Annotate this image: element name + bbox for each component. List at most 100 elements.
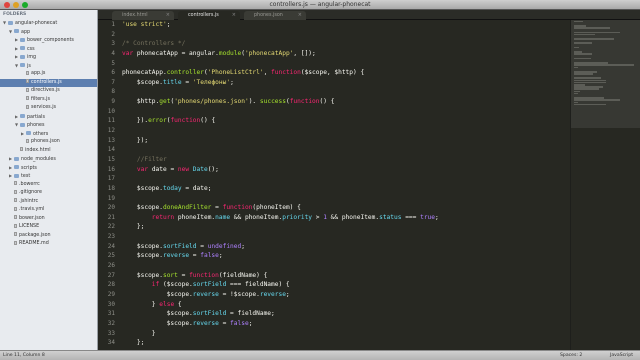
line-number: 16 [107, 165, 115, 173]
line-number: 2 [111, 30, 115, 38]
sidebar-file[interactable]: phones.json [0, 138, 97, 147]
sidebar-file[interactable]: services.js [0, 104, 97, 113]
folder-icon [20, 37, 25, 42]
code-token: (fieldName) { [218, 271, 268, 279]
sidebar-item-label: test [21, 174, 31, 179]
code-line[interactable]: if ($scope.sortField === fieldName) { [118, 280, 570, 290]
sidebar-folder[interactable]: ▼ phones [0, 121, 97, 130]
sidebar-file[interactable]: .jshintrc [0, 198, 97, 207]
line-number: 29 [107, 290, 115, 298]
minimap[interactable] [570, 20, 640, 350]
code-line[interactable]: /* Controllers */ [118, 39, 570, 49]
code-token: sortField [192, 310, 227, 318]
code-token: phonecatApp = angular. [136, 49, 219, 57]
code-line[interactable]: $scope.sortField = fieldName; [118, 309, 570, 319]
code-line[interactable] [118, 174, 570, 184]
sidebar-folder[interactable]: ▶ partials [0, 113, 97, 122]
code-token: function [170, 117, 201, 125]
indentation-setting[interactable]: Spaces: 2 [560, 351, 582, 360]
code-line[interactable]: $scope.reverse = false; [118, 251, 570, 261]
code-line[interactable]: return phoneItem.name && phoneItem.prior… [118, 213, 570, 223]
code-token: sort [162, 271, 178, 279]
code-line[interactable] [118, 126, 570, 136]
folder-icon [20, 122, 25, 127]
code-line[interactable]: } [118, 329, 570, 339]
line-number-gutter: 1 2 3 4 5 6 7 8 9 10 11 12 13 14 15 16 17 18 19 20 21 22 23 24 2… [98, 20, 118, 350]
code-token: false [230, 319, 249, 327]
code-line[interactable]: $http.get('phones/phones.json'). success… [118, 97, 570, 107]
code-token: 'use strict' [122, 21, 167, 28]
sidebar-folder[interactable]: ▶ scripts [0, 164, 97, 173]
sidebar-file[interactable]: controllers.js [0, 78, 97, 87]
code-line[interactable]: $scope.today = date; [118, 184, 570, 194]
line-number: 24 [107, 242, 115, 250]
code-token: 'Телефоны' [192, 78, 231, 86]
code-line[interactable]: //Filter [118, 155, 570, 165]
code-line[interactable]: $scope.doneAndFilter = function(phoneIte… [118, 203, 570, 213]
code-line[interactable] [118, 87, 570, 97]
code-editor[interactable]: 'use strict'; /* Controllers */var phone… [118, 20, 570, 350]
sidebar-folder[interactable]: ▶ node_modules [0, 155, 97, 164]
syntax-selector[interactable]: JavaScript [610, 351, 633, 360]
code-line[interactable]: }).error(function() { [118, 116, 570, 126]
sidebar-file[interactable]: package.json [0, 232, 97, 241]
code-token: > [312, 213, 324, 221]
tab-controllers-js[interactable]: controllers.js × [178, 11, 240, 20]
sidebar-item-label: index.html [25, 147, 51, 153]
sidebar-file[interactable]: app.js [0, 70, 97, 79]
code-line[interactable] [118, 59, 570, 69]
code-line[interactable] [118, 194, 570, 204]
sidebar-folder[interactable]: ▶ bower_components [0, 36, 97, 45]
minimap-viewport[interactable] [571, 20, 640, 128]
code-line[interactable]: var phonecatApp = angular.module('phonec… [118, 49, 570, 59]
sidebar-item-label: controllers.js [31, 79, 62, 85]
sidebar-file[interactable]: .gitignore [0, 189, 97, 198]
sidebar-item-label: .jshintrc [19, 198, 39, 204]
sidebar-folder[interactable]: ▼ js [0, 62, 97, 71]
code-line[interactable]: $scope.reverse = false; [118, 319, 570, 329]
code-token: var [122, 165, 152, 173]
code-line[interactable]: $scope.sort = function(fieldName) { [118, 271, 570, 281]
code-line[interactable]: phonecatApp.controller('PhoneListCtrl', … [118, 68, 570, 78]
sidebar-file[interactable]: filters.js [0, 96, 97, 105]
code-line[interactable] [118, 30, 570, 40]
tab-index-html[interactable]: index.html × [112, 11, 174, 20]
close-tab-icon[interactable]: × [298, 11, 302, 20]
sidebar-folder[interactable]: ▼ angular-phonecat [0, 19, 97, 28]
tab-phones-json[interactable]: phones.json × [244, 11, 306, 20]
code-line[interactable]: $scope.title = 'Телефоны'; [118, 78, 570, 88]
code-line[interactable]: } else { [118, 300, 570, 310]
file-icon [26, 138, 29, 143]
code-line[interactable] [118, 107, 570, 117]
code-line[interactable] [118, 145, 570, 155]
close-tab-icon[interactable]: × [232, 11, 236, 20]
code-line[interactable]: }; [118, 338, 570, 348]
sidebar-file[interactable]: README.md [0, 240, 97, 249]
sidebar-file[interactable]: .bowerrc [0, 181, 97, 190]
sidebar-file[interactable]: LICENSE [0, 223, 97, 232]
code-token: var [122, 49, 137, 57]
sidebar-file[interactable]: .travis.yml [0, 206, 97, 215]
sidebar-item-label: phones.json [31, 139, 60, 144]
sidebar-folder[interactable]: ▶ css [0, 45, 97, 54]
code-line[interactable]: var date = new Date(); [118, 165, 570, 175]
sidebar-file[interactable]: index.html [0, 147, 97, 156]
code-line[interactable]: }; [118, 222, 570, 232]
code-line[interactable]: 'use strict'; [118, 20, 570, 30]
code-line[interactable] [118, 232, 570, 242]
sidebar-folder[interactable]: ▶ test [0, 172, 97, 181]
sidebar-file[interactable]: directives.js [0, 87, 97, 96]
code-line[interactable] [118, 261, 570, 271]
sidebar-item-label: app.js [31, 71, 46, 76]
sidebar-file[interactable]: bower.json [0, 215, 97, 224]
code-token: sortField [162, 242, 197, 250]
code-line[interactable]: $scope.reverse = !$scope.reverse; [118, 290, 570, 300]
code-token: ). [248, 98, 260, 106]
sidebar-folder[interactable]: ▶ others [0, 130, 97, 139]
sidebar-folder[interactable]: ▼ app [0, 28, 97, 37]
code-line[interactable]: $scope.sortField = undefined; [118, 242, 570, 252]
close-tab-icon[interactable]: × [166, 11, 170, 20]
code-line[interactable]: }); [118, 136, 570, 146]
sidebar-folder[interactable]: ▶ img [0, 53, 97, 62]
line-number: 23 [107, 233, 115, 241]
